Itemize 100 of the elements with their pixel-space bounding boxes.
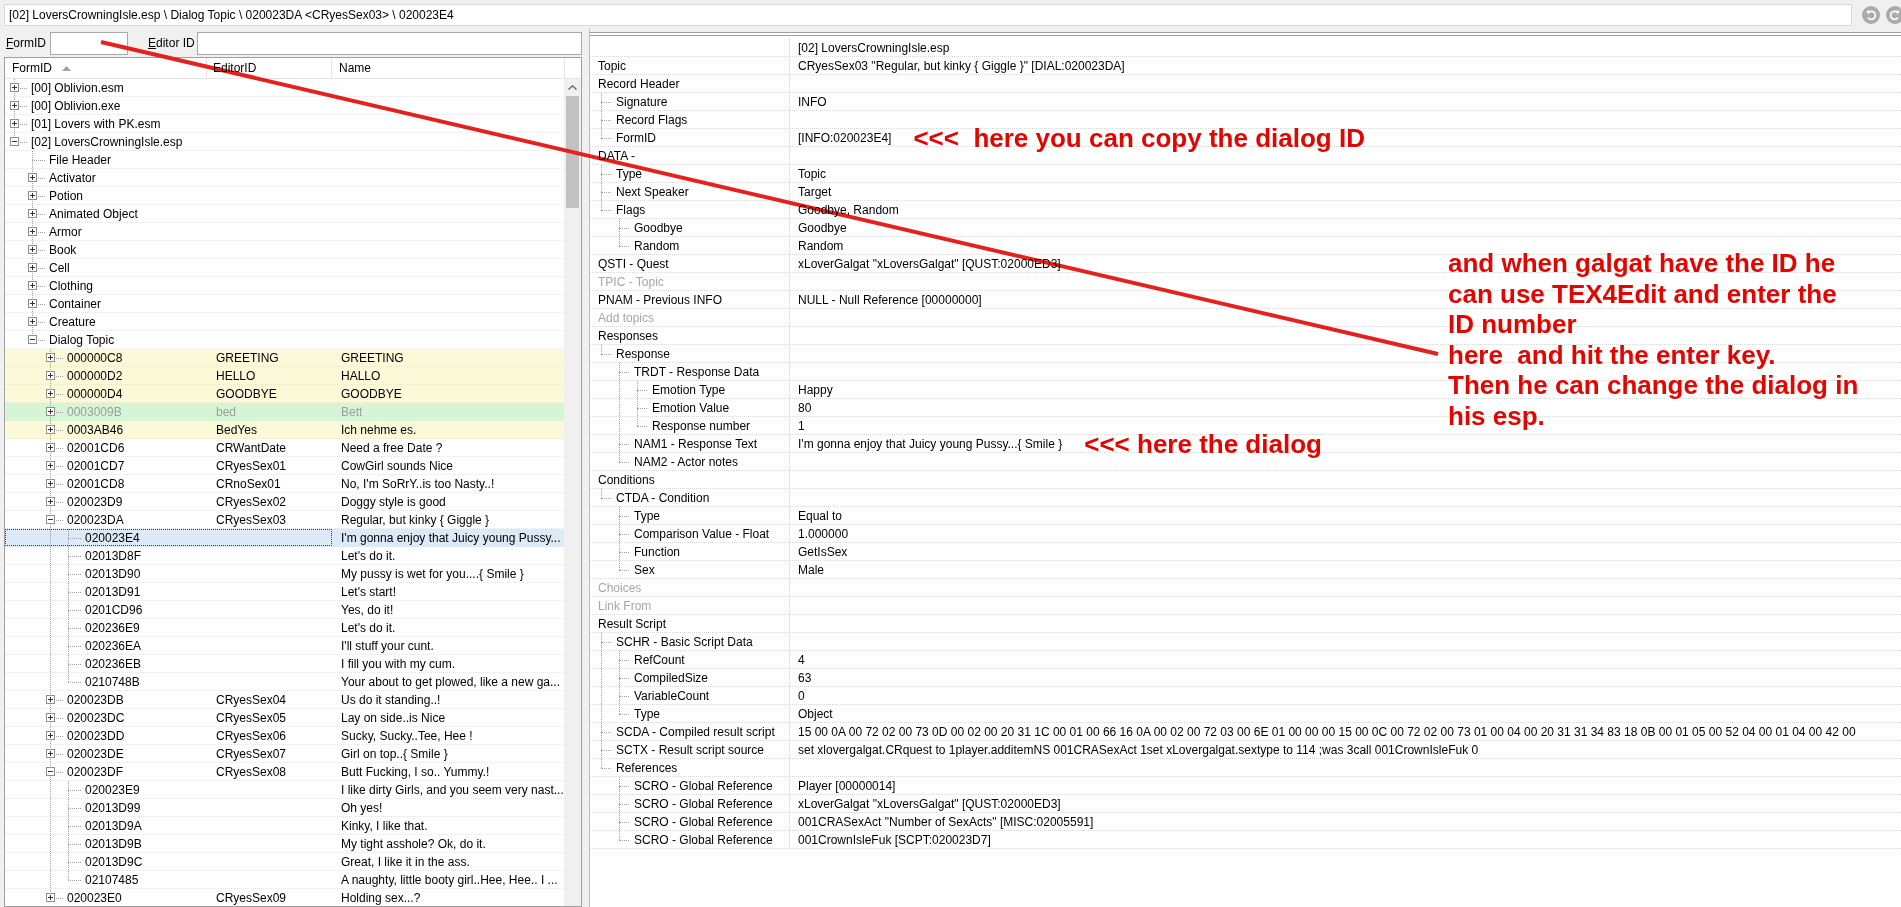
tree-row[interactable]: Potion bbox=[5, 187, 564, 205]
tree-row[interactable]: 0003AB46 BedYes Ich nehme es. bbox=[5, 421, 564, 439]
tree-row[interactable]: 02013D99 Oh yes! bbox=[5, 799, 564, 817]
tree-row[interactable]: 020236EA I'll stuff your cunt. bbox=[5, 637, 564, 655]
form-id-field[interactable] bbox=[50, 31, 128, 55]
tree-row[interactable]: 020023E4 I'm gonna enjoy that Juicy young Pussy... bbox=[5, 529, 564, 547]
tree-row[interactable]: Armor bbox=[5, 223, 564, 241]
tree-row[interactable]: Activator bbox=[5, 169, 564, 187]
minus-icon[interactable] bbox=[28, 335, 37, 344]
plus-icon[interactable] bbox=[46, 695, 55, 704]
field-label: Type bbox=[634, 507, 660, 525]
chevron-up-icon[interactable] bbox=[568, 85, 577, 90]
plus-icon[interactable] bbox=[28, 263, 37, 272]
tree-item-label: Armor bbox=[49, 223, 82, 241]
tree-row[interactable]: 02107485 A naughty, little booty girl..Hee, Hee.. I ... bbox=[5, 871, 564, 889]
tree-row[interactable]: 02013D90 My pussy is wet for you....{ Smile } bbox=[5, 565, 564, 583]
scrollbar-thumb[interactable] bbox=[566, 96, 579, 208]
record-name-text: I fill you with my cum. bbox=[341, 655, 456, 673]
tree-item-label: 02013D9A bbox=[85, 817, 142, 835]
tree-item-label: [02] LoversCrowningIsle.esp bbox=[31, 133, 183, 151]
field-label: Record Header bbox=[598, 75, 680, 93]
minus-icon[interactable] bbox=[10, 137, 19, 146]
tree-row[interactable]: 020023E9 I like dirty Girls, and you seem very nast... bbox=[5, 781, 564, 799]
plus-icon[interactable] bbox=[46, 731, 55, 740]
plus-icon[interactable] bbox=[46, 425, 55, 434]
record-name-text: Yes, do it! bbox=[341, 601, 394, 619]
field-label: RefCount bbox=[634, 651, 685, 669]
plus-icon[interactable] bbox=[46, 371, 55, 380]
tree-row[interactable]: [01] Lovers with PK.esm bbox=[5, 115, 564, 133]
plus-icon[interactable] bbox=[46, 443, 55, 452]
tree-row[interactable]: 020023DF CRyesSex08 Butt Fucking, I so.. Yummy.! bbox=[5, 763, 564, 781]
plus-icon[interactable] bbox=[28, 209, 37, 218]
tree-row[interactable]: Cell bbox=[5, 259, 564, 277]
plus-icon[interactable] bbox=[28, 299, 37, 308]
record-name-text: I'll stuff your cunt. bbox=[341, 637, 434, 655]
minus-icon[interactable] bbox=[46, 515, 55, 524]
tree-row[interactable]: 02013D8F Let's do it. bbox=[5, 547, 564, 565]
tree-row[interactable]: 02013D91 Let's start! bbox=[5, 583, 564, 601]
plus-icon[interactable] bbox=[46, 353, 55, 362]
tree-row[interactable]: 020023DD CRyesSex06 Sucky, Sucky..Tee, Hee ! bbox=[5, 727, 564, 745]
plus-icon[interactable] bbox=[10, 119, 19, 128]
tree-row[interactable]: [02] LoversCrowningIsle.esp bbox=[5, 133, 564, 151]
record-name-text: Lay on side..is Nice bbox=[341, 709, 446, 727]
tree-row[interactable]: 020023D9 CRyesSex02 Doggy style is good bbox=[5, 493, 564, 511]
tree-item-label: 020023DA bbox=[67, 511, 124, 529]
tree-row[interactable]: 02001CD8 CRnoSex01 No, I'm SoRrY..is too Nasty..! bbox=[5, 475, 564, 493]
plus-icon[interactable] bbox=[46, 479, 55, 488]
plus-icon[interactable] bbox=[46, 461, 55, 470]
plus-icon[interactable] bbox=[28, 281, 37, 290]
plus-icon[interactable] bbox=[46, 389, 55, 398]
plus-icon[interactable] bbox=[10, 83, 19, 92]
tree-row[interactable]: Container bbox=[5, 295, 564, 313]
tree-row[interactable]: 020023DE CRyesSex07 Girl on top..{ Smile } bbox=[5, 745, 564, 763]
tree-row[interactable]: 02013D9B My tight asshole? Ok, do it. bbox=[5, 835, 564, 853]
plus-icon[interactable] bbox=[28, 245, 37, 254]
tree-item-label: 02107485 bbox=[85, 871, 139, 889]
tree-row[interactable]: 020023DB CRyesSex04 Us do it standing..! bbox=[5, 691, 564, 709]
field-value: Topic bbox=[798, 165, 826, 183]
tree-row[interactable]: 02013D9A Kinky, I like that. bbox=[5, 817, 564, 835]
plus-icon[interactable] bbox=[10, 101, 19, 110]
tree-row[interactable]: 000000C8 GREETING GREETING bbox=[5, 349, 564, 367]
tree-row[interactable]: 02001CD7 CRyesSex01 CowGirl sounds Nice bbox=[5, 457, 564, 475]
tree-row[interactable]: File Header bbox=[5, 151, 564, 169]
tree-row[interactable]: 02001CD6 CRWantDate Need a free Date ? bbox=[5, 439, 564, 457]
column-header[interactable]: FormID bbox=[12, 59, 71, 77]
column-header[interactable]: Name bbox=[339, 59, 371, 77]
editor-id-field[interactable] bbox=[196, 31, 582, 55]
field-label: Flags bbox=[616, 201, 646, 219]
plus-icon[interactable] bbox=[28, 191, 37, 200]
tree-item-label: [01] Lovers with PK.esm bbox=[31, 115, 161, 133]
plus-icon[interactable] bbox=[46, 713, 55, 722]
tree-row[interactable]: Book bbox=[5, 241, 564, 259]
field-value: INFO bbox=[798, 93, 827, 111]
tree-row[interactable]: 000000D2 HELLO HALLO bbox=[5, 367, 564, 385]
tree-item-label: 0003009B bbox=[67, 403, 122, 421]
tree-row[interactable]: 020236E9 Let's do it. bbox=[5, 619, 564, 637]
record-name-text: A naughty, little booty girl..Hee, Hee.. I ... bbox=[341, 871, 558, 889]
tree-row[interactable]: Clothing bbox=[5, 277, 564, 295]
editor-id-text: CRyesSex05 bbox=[216, 709, 287, 727]
column-header[interactable]: EditorID bbox=[213, 59, 257, 77]
tree-row[interactable]: 020023DC CRyesSex05 Lay on side..is Nice bbox=[5, 709, 564, 727]
tree-row[interactable]: 02013D9C Great, I like it in the ass. bbox=[5, 853, 564, 871]
tree-row[interactable]: [00] Oblivion.esm bbox=[5, 79, 564, 97]
tree-row[interactable]: Animated Object bbox=[5, 205, 564, 223]
plus-icon[interactable] bbox=[28, 317, 37, 326]
tree-row[interactable]: 0210748B Your about to get plowed, like a new ga... bbox=[5, 673, 564, 691]
plus-icon[interactable] bbox=[28, 227, 37, 236]
plus-icon[interactable] bbox=[46, 893, 55, 902]
tree-row[interactable]: Creature bbox=[5, 313, 564, 331]
plus-icon[interactable] bbox=[46, 749, 55, 758]
scrollbar[interactable] bbox=[564, 79, 581, 906]
tree-row[interactable]: 020236EB I fill you with my cum. bbox=[5, 655, 564, 673]
tree-row[interactable]: 000000D4 GOODBYE GOODBYE bbox=[5, 385, 564, 403]
plus-icon[interactable] bbox=[28, 173, 37, 182]
tree-row[interactable]: 0201CD96 Yes, do it! bbox=[5, 601, 564, 619]
tree-row[interactable]: [00] Oblivion.exe bbox=[5, 97, 564, 115]
plus-icon[interactable] bbox=[46, 497, 55, 506]
plus-icon[interactable] bbox=[46, 407, 55, 416]
minus-icon[interactable] bbox=[46, 767, 55, 776]
path-field[interactable]: [02] LoversCrowningIsle.esp \ Dialog Topic \ 020023DA <CRyesSex03> \ 020023E4 bbox=[4, 3, 1852, 26]
